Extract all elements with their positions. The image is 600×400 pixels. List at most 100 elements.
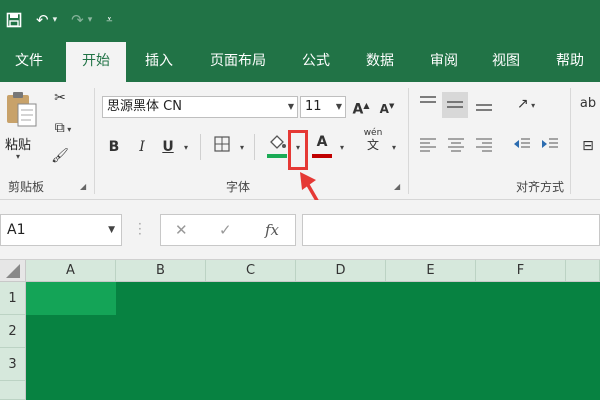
button-divider — [254, 134, 255, 160]
font-color-dropdown-icon[interactable]: ▾ — [336, 138, 348, 158]
splitter-handle[interactable]: · · · — [138, 218, 142, 240]
column-header-b[interactable]: B — [116, 260, 206, 282]
redo-dropdown-icon[interactable]: ▾ — [88, 15, 93, 25]
copy-icon[interactable]: ⧉ ▾ — [48, 118, 78, 140]
alignment-group-label: 对齐方式 — [516, 180, 565, 194]
fill-color-button[interactable] — [266, 132, 288, 160]
row-header-3[interactable]: 3 — [0, 348, 26, 381]
column-header-f[interactable]: F — [476, 260, 566, 282]
font-size-value: 11 — [305, 99, 322, 114]
column-header-c[interactable]: C — [206, 260, 296, 282]
italic-button[interactable]: I — [132, 137, 152, 157]
paste-button[interactable]: 粘贴 ▾ — [2, 90, 42, 161]
tab-help[interactable]: 帮助 — [540, 42, 600, 82]
worksheet-grid[interactable]: A B C D E F 1 2 3 — [0, 260, 600, 400]
align-bottom-button[interactable] — [472, 94, 496, 118]
align-right-icon — [476, 138, 492, 152]
underline-button[interactable]: U — [158, 137, 178, 157]
increase-indent-button[interactable] — [538, 136, 562, 158]
clipboard-launcher-icon[interactable]: ◢ — [80, 182, 86, 191]
select-all-corner[interactable] — [0, 260, 26, 282]
shrink-font-button[interactable]: A▼ — [378, 96, 396, 119]
font-launcher-icon[interactable]: ◢ — [394, 182, 400, 191]
tab-view[interactable]: 视图 — [476, 42, 536, 82]
phonetic-dropdown-icon[interactable]: ▾ — [388, 138, 400, 158]
formula-input[interactable] — [302, 214, 600, 246]
row-header-1[interactable]: 1 — [0, 282, 26, 315]
increase-indent-icon — [542, 138, 558, 148]
name-box[interactable]: A1 ▼ — [0, 214, 122, 246]
borders-button[interactable] — [210, 135, 234, 159]
align-center-icon — [448, 138, 464, 152]
cut-icon[interactable]: ✂ — [50, 88, 70, 108]
tab-review[interactable]: 审阅 — [414, 42, 474, 82]
font-size-select[interactable]: 11 ▼ — [300, 96, 346, 118]
borders-dropdown-icon[interactable]: ▾ — [236, 138, 248, 158]
quick-access-toolbar: ↶ ▾ ↷ ▾ ⩡ — [6, 6, 112, 34]
clipboard-group-label: 剪贴板 — [8, 180, 45, 194]
save-icon[interactable] — [6, 12, 22, 28]
font-color-icon: A — [316, 134, 328, 150]
formula-bar: A1 ▼ · · · ✕ ✓ fx — [0, 200, 600, 260]
align-left-icon — [420, 138, 436, 152]
column-header-a[interactable]: A — [26, 260, 116, 282]
align-middle-button[interactable] — [442, 92, 468, 118]
select-all-icon — [6, 264, 20, 278]
tab-formulas[interactable]: 公式 — [286, 42, 346, 82]
format-painter-icon[interactable]: 🖌 — [50, 146, 70, 166]
decrease-indent-button[interactable] — [510, 136, 534, 158]
tab-home[interactable]: 开始 — [66, 42, 126, 84]
group-divider — [408, 88, 409, 194]
column-header-e[interactable]: E — [386, 260, 476, 282]
group-divider — [570, 88, 571, 194]
shrink-font-icon: A — [379, 102, 389, 116]
paste-dropdown-icon[interactable]: ▾ — [16, 152, 20, 161]
decrease-indent-icon — [514, 138, 530, 148]
paint-bucket-icon — [270, 135, 286, 149]
wrap-text-button[interactable]: ab — [576, 94, 600, 114]
align-middle-icon — [447, 101, 463, 108]
chevron-down-icon: ▼ — [335, 102, 342, 111]
tab-file[interactable]: 文件 — [0, 42, 58, 82]
align-center-button[interactable] — [444, 136, 468, 158]
title-bar: ↶ ▾ ↷ ▾ ⩡ — [0, 0, 600, 42]
font-name-select[interactable]: 思源黑体 CN ▼ — [102, 96, 298, 118]
align-top-button[interactable] — [416, 94, 440, 118]
enter-check-icon[interactable]: ✓ — [219, 221, 232, 239]
chevron-down-icon: ▼ — [287, 102, 294, 111]
active-cell-a1[interactable] — [26, 282, 116, 315]
merge-cells-icon[interactable]: ⊟ — [578, 136, 598, 156]
bold-button[interactable]: B — [104, 137, 124, 157]
align-left-button[interactable] — [416, 136, 440, 158]
grow-font-button[interactable]: A▲ — [352, 96, 370, 120]
paste-label: 粘贴 — [5, 138, 32, 153]
chevron-down-icon: ▼ — [108, 225, 115, 235]
phonetic-bottom-text: 文 — [366, 138, 379, 152]
align-right-button[interactable] — [472, 136, 496, 158]
row-header-next[interactable] — [0, 381, 26, 400]
tab-insert[interactable]: 插入 — [130, 42, 188, 82]
column-header-d[interactable]: D — [296, 260, 386, 282]
cancel-icon[interactable]: ✕ — [175, 221, 188, 239]
column-header-next[interactable] — [566, 260, 600, 282]
highlight-box — [288, 130, 308, 170]
text-orientation-icon: ↗ — [516, 96, 529, 112]
ribbon-tabs: 文件 开始 插入 页面布局 公式 数据 审阅 视图 帮助 — [0, 42, 600, 84]
tab-page-layout[interactable]: 页面布局 — [196, 42, 280, 82]
font-color-button[interactable]: A — [312, 132, 332, 160]
fill-color-swatch — [267, 154, 287, 158]
formula-actions: ✕ ✓ fx — [160, 214, 296, 246]
customize-qat-icon[interactable]: ⩡ — [106, 13, 112, 27]
redo-icon[interactable]: ↷ — [71, 11, 84, 29]
undo-icon[interactable]: ↶ — [36, 11, 49, 29]
phonetic-guide-button[interactable]: wén 文 — [360, 128, 386, 158]
tab-data[interactable]: 数据 — [350, 42, 410, 82]
insert-function-icon[interactable]: fx — [265, 221, 279, 239]
group-divider — [94, 88, 95, 194]
row-header-2[interactable]: 2 — [0, 315, 26, 348]
cell-reference: A1 — [7, 222, 26, 238]
underline-dropdown-icon[interactable]: ▾ — [180, 138, 192, 158]
undo-dropdown-icon[interactable]: ▾ — [53, 15, 58, 25]
borders-icon — [214, 136, 230, 152]
orientation-button[interactable]: ↗ ▾ — [508, 94, 544, 116]
